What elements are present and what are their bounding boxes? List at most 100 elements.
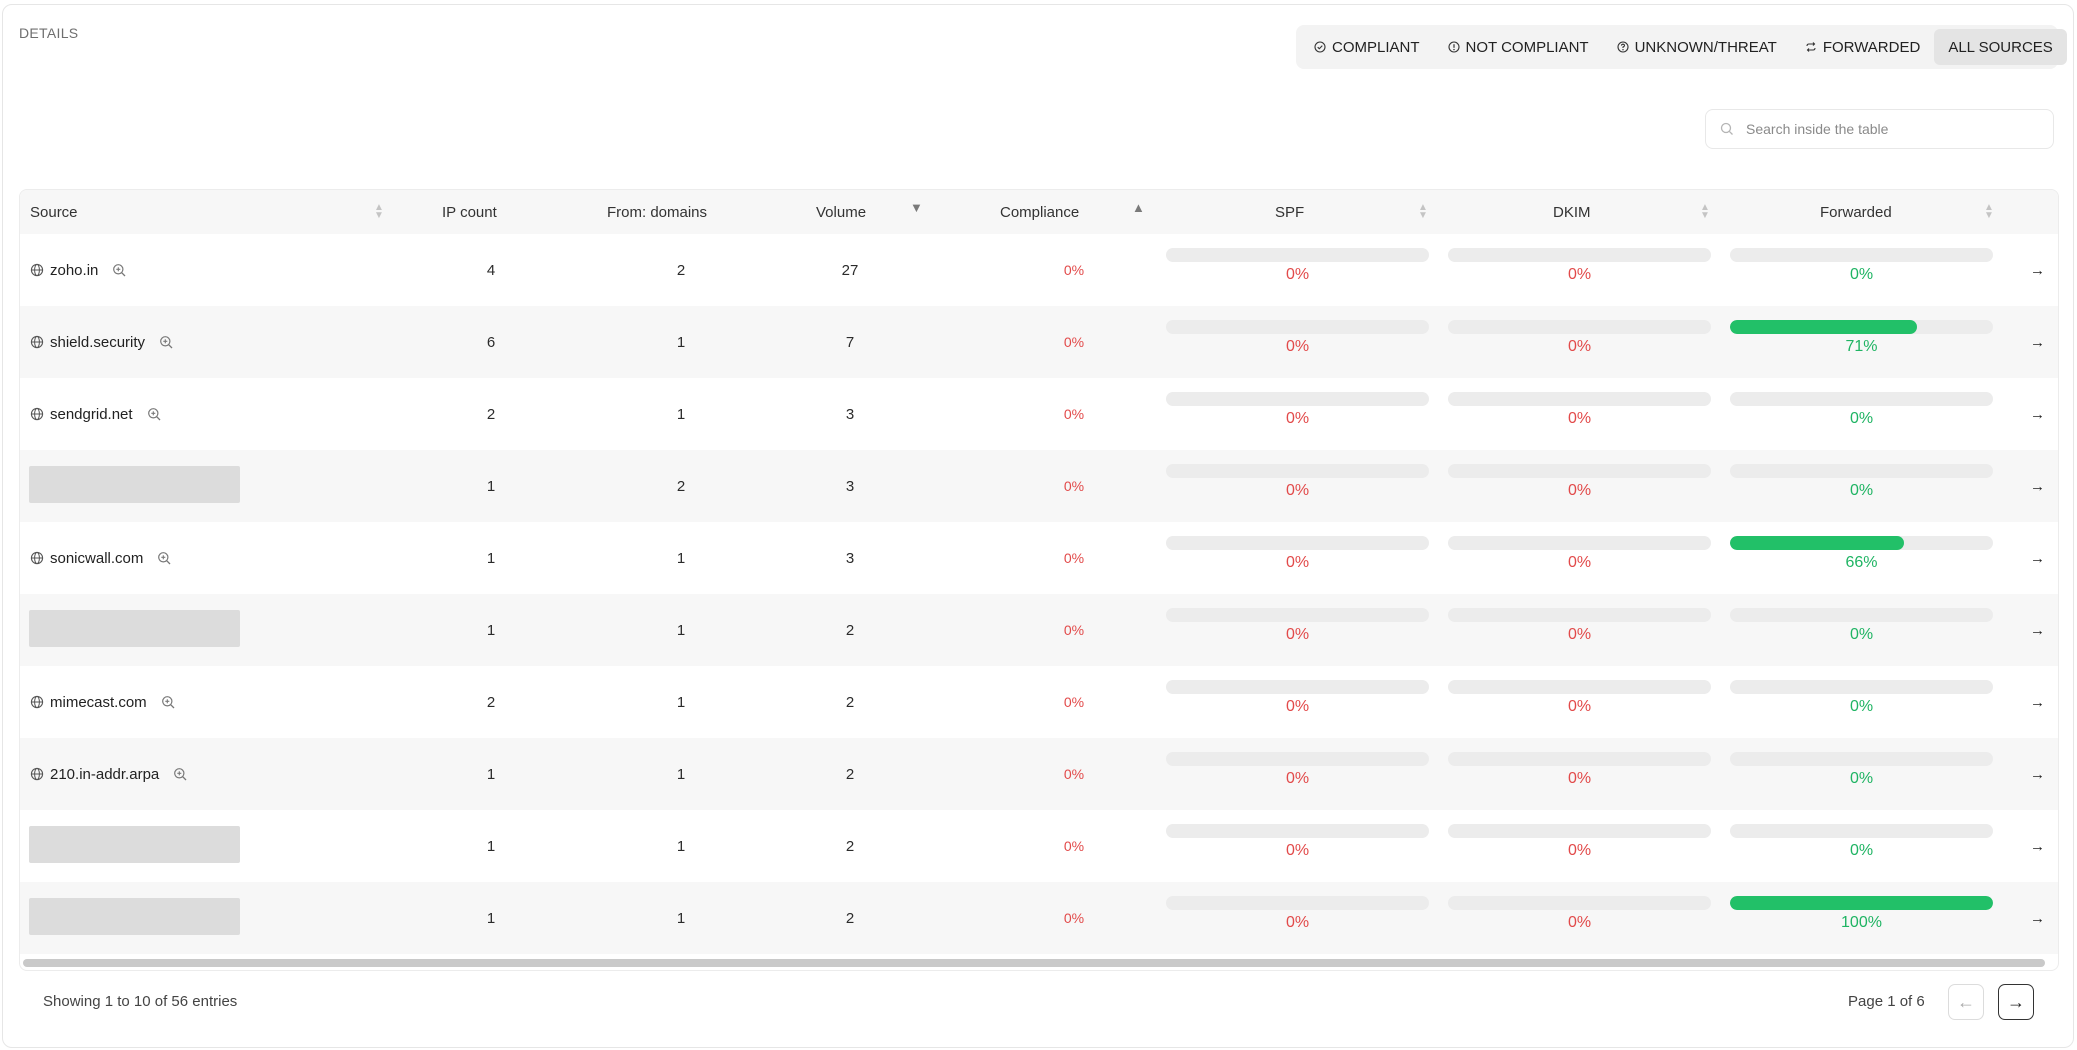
source-name[interactable]: shield.security [50, 334, 145, 351]
column-label: Source [30, 203, 78, 221]
filter-compliant-button[interactable]: COMPLIANT [1300, 29, 1434, 65]
spf-progress-track [1166, 824, 1429, 838]
forward-arrows-icon [1806, 42, 1816, 52]
table-row[interactable]: 1 1 2 0% 0% 0% 100% → [20, 882, 2058, 954]
globe-icon [30, 335, 44, 349]
sort-desc-icon[interactable]: ▼ [910, 201, 923, 214]
row-details-arrow-icon[interactable]: → [2030, 882, 2045, 954]
table-row[interactable]: 210.in-addr.arpa 1 1 2 0% 0% 0% 0% → [20, 738, 2058, 810]
ip-count-value: 1 [486, 477, 496, 495]
spf-value: 0% [1285, 554, 1310, 571]
sort-icon[interactable]: ▲ ▼ [1418, 203, 1428, 221]
table-row[interactable]: zoho.in 4 2 27 0% 0% 0% 0% → [20, 234, 2058, 306]
column-label: From: domains [607, 203, 708, 221]
section-title: DETAILS [19, 25, 79, 41]
horizontal-scrollbar[interactable] [23, 959, 2045, 967]
column-label: IP count [442, 203, 497, 221]
forwarded-progress-track [1730, 320, 1993, 334]
dkim-value: 0% [1567, 482, 1592, 499]
zoom-in-icon[interactable] [173, 767, 188, 782]
forwarded-progress-track [1730, 824, 1993, 838]
spf-cell: 0% [1166, 896, 1429, 944]
sort-icon[interactable]: ▲ ▼ [1700, 203, 1710, 221]
forwarded-progress-fill [1730, 320, 1917, 334]
entries-summary: Showing 1 to 10 of 56 entries [43, 993, 238, 1010]
row-details-arrow-icon[interactable]: → [2030, 594, 2045, 666]
source-name[interactable]: zoho.in [50, 262, 98, 279]
previous-page-button[interactable]: ← [1948, 984, 1984, 1020]
row-details-arrow-icon[interactable]: → [2030, 378, 2045, 450]
redacted-source-block [29, 826, 240, 863]
forwarded-progress-track [1730, 896, 1993, 910]
row-details-arrow-icon[interactable]: → [2030, 666, 2045, 738]
row-details-arrow-icon[interactable]: → [2030, 306, 2045, 378]
forwarded-progress-track [1730, 536, 1993, 550]
filter-all-sources-button[interactable]: ALL SOURCES [1934, 29, 2067, 65]
ip-count-value: 2 [486, 405, 496, 423]
filter-unknown-threat-button[interactable]: UNKNOWN/THREAT [1603, 29, 1791, 65]
dkim-progress-track [1448, 896, 1711, 910]
dkim-progress-track [1448, 752, 1711, 766]
column-header-compliance[interactable]: Compliance [1000, 190, 1079, 234]
table-row[interactable]: mimecast.com 2 1 2 0% 0% 0% 0% → [20, 666, 2058, 738]
dkim-progress-track [1448, 536, 1711, 550]
row-details-arrow-icon[interactable]: → [2030, 234, 2045, 306]
dkim-cell: 0% [1448, 608, 1711, 656]
zoom-in-icon[interactable] [112, 263, 127, 278]
compliance-value: 0% [1063, 550, 1085, 566]
filter-not-compliant-button[interactable]: NOT COMPLIANT [1434, 29, 1603, 65]
column-header-spf[interactable]: SPF [1275, 190, 1304, 234]
volume-value: 27 [841, 261, 859, 279]
volume-value: 2 [845, 765, 855, 783]
zoom-in-icon[interactable] [159, 335, 174, 350]
from-domains-value: 1 [676, 693, 686, 711]
source-name[interactable]: mimecast.com [50, 694, 147, 711]
source-cell: sonicwall.com [30, 522, 172, 594]
source-name[interactable]: sonicwall.com [50, 550, 143, 567]
column-label: SPF [1275, 203, 1305, 221]
row-details-arrow-icon[interactable]: → [2030, 450, 2045, 522]
column-header-volume[interactable]: Volume [816, 190, 866, 234]
forwarded-progress-fill [1730, 896, 1993, 910]
from-domains-value: 2 [676, 261, 686, 279]
dkim-progress-track [1448, 824, 1711, 838]
zoom-in-icon[interactable] [157, 551, 172, 566]
table-row[interactable]: 1 1 2 0% 0% 0% 0% → [20, 594, 2058, 666]
filter-forwarded-button[interactable]: FORWARDED [1791, 29, 1935, 65]
forwarded-progress-track [1730, 608, 1993, 622]
from-domains-value: 1 [676, 405, 686, 423]
forwarded-progress-track [1730, 680, 1993, 694]
next-page-button[interactable]: → [1998, 984, 2034, 1020]
sort-icon[interactable]: ▲ ▼ [374, 203, 384, 221]
table-row[interactable]: shield.security 6 1 7 0% 0% 0% 71% → [20, 306, 2058, 378]
column-header-forwarded[interactable]: Forwarded [1820, 190, 1892, 234]
zoom-in-icon[interactable] [161, 695, 176, 710]
table-row[interactable]: 1 2 3 0% 0% 0% 0% → [20, 450, 2058, 522]
spf-value: 0% [1285, 698, 1310, 715]
zoom-in-icon[interactable] [147, 407, 162, 422]
volume-value: 2 [845, 909, 855, 927]
row-details-arrow-icon[interactable]: → [2030, 738, 2045, 810]
forwarded-value: 0% [1849, 626, 1874, 643]
filter-label: NOT COMPLIANT [1465, 38, 1589, 56]
row-details-arrow-icon[interactable]: → [2030, 522, 2045, 594]
dkim-value: 0% [1567, 266, 1592, 283]
dkim-cell: 0% [1448, 896, 1711, 944]
source-filter-group: COMPLIANT NOT COMPLIANT UNKNOWN/THREAT F… [1296, 25, 2067, 69]
sort-asc-icon[interactable]: ▲ [1132, 201, 1145, 214]
table-row[interactable]: 1 1 2 0% 0% 0% 0% → [20, 810, 2058, 882]
search-input[interactable] [1744, 120, 2034, 138]
dkim-cell: 0% [1448, 392, 1711, 440]
sort-icon[interactable]: ▲ ▼ [1984, 203, 1994, 221]
ip-count-value: 1 [486, 765, 496, 783]
source-name[interactable]: 210.in-addr.arpa [50, 766, 159, 783]
forwarded-cell: 66% [1730, 536, 1993, 584]
row-details-arrow-icon[interactable]: → [2030, 810, 2045, 882]
column-header-source[interactable]: Source [30, 190, 78, 234]
table-row[interactable]: sendgrid.net 2 1 3 0% 0% 0% 0% → [20, 378, 2058, 450]
table-row[interactable]: sonicwall.com 1 1 3 0% 0% 0% 66% → [20, 522, 2058, 594]
source-name[interactable]: sendgrid.net [50, 406, 133, 423]
column-header-dkim[interactable]: DKIM [1553, 190, 1591, 234]
dkim-value: 0% [1567, 698, 1592, 715]
dkim-cell: 0% [1448, 248, 1711, 296]
